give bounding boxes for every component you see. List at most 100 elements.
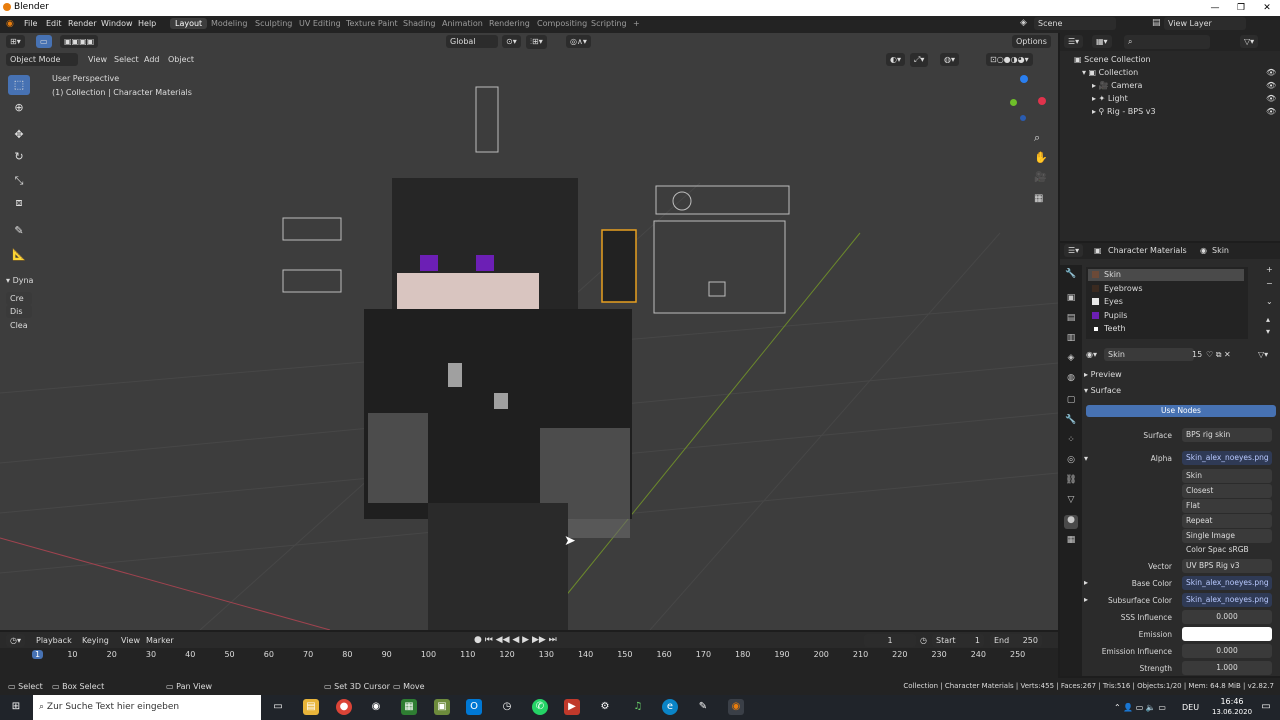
- paint-app-icon[interactable]: ✎: [695, 699, 711, 715]
- camera-view-icon[interactable]: 🎥: [1034, 172, 1046, 183]
- scene-collection-row[interactable]: ▣ Scene Collection: [1074, 55, 1151, 64]
- pan-hand-icon[interactable]: ✋: [1034, 151, 1048, 164]
- task-view-icon[interactable]: ▭: [270, 699, 286, 715]
- scale-tool-icon[interactable]: ⤡: [8, 171, 30, 191]
- media-app-icon[interactable]: ▶: [564, 699, 580, 715]
- taskbar-search[interactable]: ⌕ Zur Suche Text hier eingeben: [33, 695, 261, 720]
- surface-panel-header[interactable]: ▾ Surface: [1084, 386, 1121, 395]
- display-mode-icon[interactable]: ▦▾: [1092, 35, 1112, 48]
- menu-window[interactable]: Window: [101, 19, 133, 28]
- mode-dropdown[interactable]: Object Mode: [6, 53, 78, 66]
- projection-dropdown[interactable]: Flat: [1182, 499, 1272, 513]
- tab-compositing[interactable]: Compositing: [532, 18, 592, 29]
- scene-tab-icon[interactable]: ◈: [1064, 353, 1078, 367]
- minecraft-icon[interactable]: ▣: [434, 699, 450, 715]
- light-visibility-icon[interactable]: 👁: [1266, 94, 1276, 103]
- move-tool-icon[interactable]: ✥: [8, 125, 30, 145]
- emission-color-swatch[interactable]: [1182, 627, 1272, 641]
- snap-icon[interactable]: ⫶⊞▾: [526, 35, 547, 49]
- playback-menu[interactable]: Playback: [36, 636, 72, 645]
- vector-field[interactable]: UV BPS Rig v3: [1182, 559, 1272, 573]
- menu-render[interactable]: Render: [68, 19, 96, 28]
- material-browse-icon[interactable]: ◉▾: [1086, 350, 1097, 359]
- select-tool-icon[interactable]: ⬚: [8, 75, 30, 95]
- rig-visibility-icon[interactable]: 👁: [1266, 107, 1276, 116]
- clock-app-icon[interactable]: ◷: [499, 699, 515, 715]
- slot-pupils[interactable]: Pupils: [1092, 311, 1127, 320]
- menu-file[interactable]: File: [24, 19, 37, 28]
- windows-start-icon[interactable]: ⊞: [8, 699, 24, 715]
- color-space-field[interactable]: Color Spac sRGB: [1182, 543, 1272, 557]
- close-button[interactable]: ✕: [1254, 0, 1280, 16]
- transform-tool-icon[interactable]: ⧈: [8, 193, 30, 213]
- menu-edit[interactable]: Edit: [46, 19, 62, 28]
- collection-visibility-icon[interactable]: 👁: [1266, 68, 1276, 77]
- visibility-icon[interactable]: ◐▾: [886, 53, 905, 66]
- outlook-icon[interactable]: O: [466, 699, 482, 715]
- dyna-create-button[interactable]: Cre: [6, 292, 32, 305]
- y-axis-ball[interactable]: [1010, 99, 1017, 106]
- x-axis-ball[interactable]: [1038, 97, 1046, 105]
- fake-user-icon[interactable]: ♡ ⧉ ✕: [1206, 350, 1231, 360]
- add-menu[interactable]: Add: [144, 55, 160, 64]
- preview-range-icon[interactable]: ◷: [920, 636, 927, 645]
- add-slot-button[interactable]: +: [1266, 265, 1273, 274]
- headset-app-icon[interactable]: ♫: [630, 699, 646, 715]
- tab-layout[interactable]: Layout: [170, 18, 208, 29]
- minimize-button[interactable]: —: [1202, 0, 1228, 16]
- base-color-expand-icon[interactable]: ▸: [1084, 578, 1088, 587]
- obs-icon[interactable]: ◉: [368, 699, 384, 715]
- outliner-item-light[interactable]: ▸ ✦ Light: [1092, 94, 1128, 103]
- world-tab-icon[interactable]: ◍: [1064, 373, 1078, 387]
- particles-tab-icon[interactable]: ⁘: [1064, 435, 1078, 449]
- cursor-tool-icon[interactable]: ⊕: [8, 98, 30, 118]
- image-datablock-field[interactable]: Skin: [1182, 469, 1272, 483]
- minecraft-launcher-icon[interactable]: ▦: [401, 699, 417, 715]
- material-users-count[interactable]: 15: [1192, 350, 1202, 359]
- interpolation-dropdown[interactable]: Closest: [1182, 484, 1272, 498]
- subsurface-expand-icon[interactable]: ▸: [1084, 595, 1088, 604]
- blender-menu-icon[interactable]: ◉: [6, 19, 14, 29]
- select-box-icon[interactable]: ▭: [36, 35, 52, 48]
- marker-menu[interactable]: Marker: [146, 636, 174, 645]
- file-explorer-icon[interactable]: ▤: [303, 699, 319, 715]
- shading-modes-icon[interactable]: ⊡○●◑◕▾: [986, 53, 1033, 66]
- measure-tool-icon[interactable]: 📐: [8, 245, 30, 265]
- start-frame-field[interactable]: Start 1: [932, 634, 984, 647]
- alpha-texture-field[interactable]: Skin_alex_noeyes.png: [1182, 451, 1272, 465]
- tab-rendering[interactable]: Rendering: [484, 18, 535, 29]
- camera-visibility-icon[interactable]: 👁: [1266, 81, 1276, 90]
- move-slot-down-icon[interactable]: ▾: [1266, 327, 1270, 336]
- notification-icon[interactable]: ▭: [1258, 699, 1274, 715]
- source-dropdown[interactable]: Single Image: [1182, 529, 1272, 543]
- output-tab-icon[interactable]: ▤: [1064, 313, 1078, 327]
- overlay-icon[interactable]: ◍▾: [940, 53, 959, 66]
- menu-help[interactable]: Help: [138, 19, 156, 28]
- texture-tab-icon[interactable]: ▦: [1064, 535, 1078, 549]
- tab-animation[interactable]: Animation: [437, 18, 488, 29]
- end-frame-field[interactable]: End 250: [990, 634, 1042, 647]
- chrome-icon[interactable]: ●: [336, 699, 352, 715]
- link-dropdown-icon[interactable]: ▽▾: [1258, 350, 1268, 359]
- neg-z-axis-ball[interactable]: [1020, 115, 1026, 121]
- material-tab-icon[interactable]: ●: [1064, 515, 1078, 529]
- tab-shading[interactable]: Shading: [398, 18, 441, 29]
- preview-panel-header[interactable]: ▸ Preview: [1084, 370, 1122, 379]
- outliner-item-camera[interactable]: ▸ 🎥 Camera: [1092, 81, 1142, 90]
- dyna-clear-button[interactable]: Clea: [6, 319, 32, 332]
- surface-shader-field[interactable]: BPS rig skin: [1182, 428, 1272, 442]
- current-frame-field[interactable]: 1: [864, 634, 916, 647]
- add-workspace-button[interactable]: +: [628, 18, 645, 29]
- dyna-display-button[interactable]: Dis: [6, 305, 32, 318]
- view-layer-tab-icon[interactable]: ▥: [1064, 333, 1078, 347]
- edge-icon[interactable]: e: [662, 699, 678, 715]
- clock-date[interactable]: 13.06.2020: [1206, 708, 1258, 716]
- view-layer-selector[interactable]: View Layer: [1164, 17, 1246, 30]
- render-tab-icon[interactable]: ▣: [1064, 293, 1078, 307]
- blender-taskbar-icon[interactable]: ◉: [728, 699, 744, 715]
- outliner-item-collection[interactable]: ▾ ▣ Collection: [1082, 68, 1138, 77]
- tab-sculpting[interactable]: Sculpting: [250, 18, 297, 29]
- subsurface-color-field[interactable]: Skin_alex_noeyes.png: [1182, 593, 1272, 607]
- whatsapp-icon[interactable]: ✆: [532, 699, 548, 715]
- use-nodes-button[interactable]: Use Nodes: [1086, 405, 1276, 417]
